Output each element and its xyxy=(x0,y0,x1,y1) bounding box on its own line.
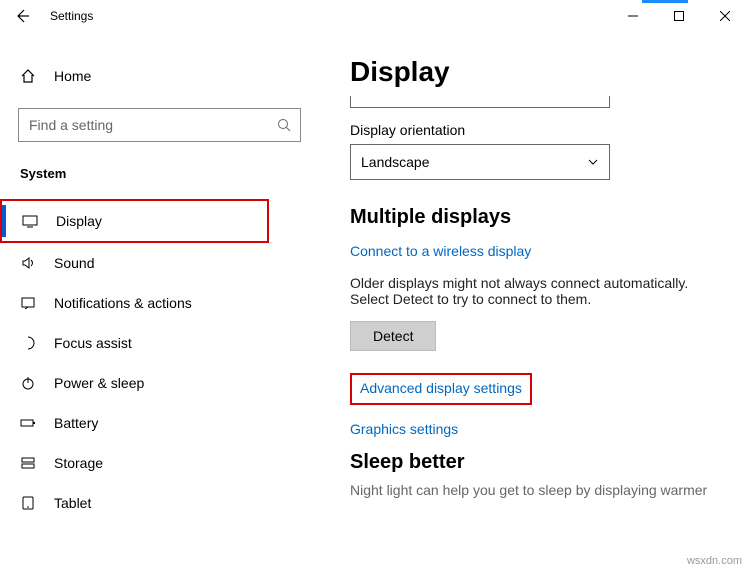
sidebar-item-label: Display xyxy=(56,213,102,229)
storage-icon xyxy=(20,455,36,471)
titlebar: Settings xyxy=(0,0,748,32)
advanced-highlight: Advanced display settings xyxy=(350,373,532,405)
sidebar-item-battery[interactable]: Battery xyxy=(0,403,319,443)
focus-icon xyxy=(20,335,36,351)
watermark: wsxdn.com xyxy=(687,555,742,567)
maximize-button[interactable] xyxy=(656,0,702,32)
sidebar-item-label: Tablet xyxy=(54,495,91,511)
search-input[interactable] xyxy=(18,108,301,142)
power-icon xyxy=(20,375,36,391)
multiple-displays-header: Multiple displays xyxy=(350,206,728,229)
orientation-select[interactable]: Landscape xyxy=(350,144,610,180)
sleep-better-text: Night light can help you get to sleep by… xyxy=(350,482,728,498)
orientation-value: Landscape xyxy=(361,154,430,170)
graphics-settings-link[interactable]: Graphics settings xyxy=(350,421,458,437)
connect-wireless-link[interactable]: Connect to a wireless display xyxy=(350,243,531,259)
battery-icon xyxy=(20,415,36,431)
display-icon xyxy=(22,213,38,229)
chevron-down-icon xyxy=(587,156,599,168)
tablet-icon xyxy=(20,495,36,511)
sidebar-item-label: Notifications & actions xyxy=(54,295,192,311)
sleep-better-header: Sleep better xyxy=(350,451,728,474)
sidebar-item-tablet[interactable]: Tablet xyxy=(0,483,319,523)
sidebar-item-label: Focus assist xyxy=(54,335,132,351)
accent-indicator xyxy=(642,0,688,3)
category-header: System xyxy=(0,166,319,181)
window-title: Settings xyxy=(50,9,93,23)
preview-box-bottom xyxy=(350,96,610,108)
sidebar-item-label: Sound xyxy=(54,255,94,271)
page-title: Display xyxy=(350,56,728,88)
sidebar-item-label: Battery xyxy=(54,415,98,431)
sidebar-item-notifications[interactable]: Notifications & actions xyxy=(0,283,319,323)
sidebar-item-focus[interactable]: Focus assist xyxy=(0,323,319,363)
sidebar-item-label: Power & sleep xyxy=(54,375,144,391)
orientation-label: Display orientation xyxy=(350,122,728,138)
notifications-icon xyxy=(20,295,36,311)
sidebar-item-storage[interactable]: Storage xyxy=(0,443,319,483)
sidebar: Home System Display Sound Notifications … xyxy=(0,32,320,571)
close-button[interactable] xyxy=(702,0,748,32)
sidebar-item-display[interactable]: Display xyxy=(0,199,269,243)
search-icon xyxy=(277,118,291,132)
minimize-button[interactable] xyxy=(610,0,656,32)
home-nav[interactable]: Home xyxy=(0,62,319,90)
back-button[interactable] xyxy=(14,8,30,24)
home-icon xyxy=(20,68,36,84)
detect-button[interactable]: Detect xyxy=(350,321,436,351)
detect-hint: Older displays might not always connect … xyxy=(350,275,710,307)
sidebar-item-sound[interactable]: Sound xyxy=(0,243,319,283)
sidebar-item-label: Storage xyxy=(54,455,103,471)
sound-icon xyxy=(20,255,36,271)
main-pane: Display Display orientation Landscape Mu… xyxy=(320,32,748,571)
sidebar-item-power[interactable]: Power & sleep xyxy=(0,363,319,403)
advanced-display-link[interactable]: Advanced display settings xyxy=(360,380,522,396)
home-label: Home xyxy=(54,68,91,84)
